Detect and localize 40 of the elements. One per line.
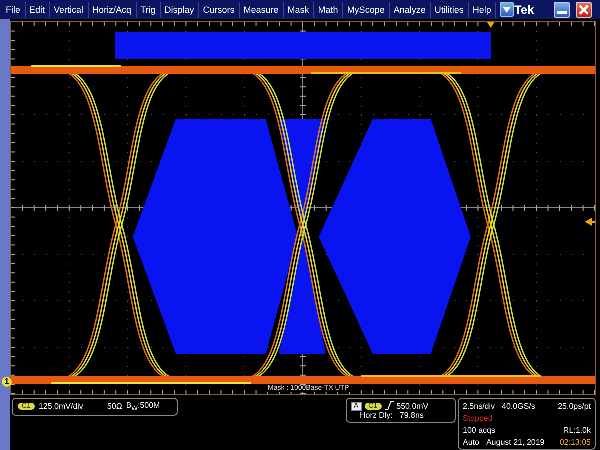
trigger-level: 550.0mV [396,402,429,410]
menu-item[interactable]: Help [468,2,496,18]
brand-logo: Tek [514,2,534,16]
caret-icon [503,6,512,12]
time-resolution: 25.0ps/pt [558,402,591,410]
menu-dropdown-button[interactable] [500,2,514,17]
minimize-button[interactable] [554,2,570,18]
menu-item[interactable]: Math [314,2,344,18]
time-scale: 2.5ns/div [463,402,496,410]
trigger-mode: Auto [463,438,480,446]
menu-item[interactable]: Trig [136,2,161,18]
termination-value: 50Ω [107,402,122,412]
close-icon [579,4,590,14]
bandwidth-value: B$_{W}$:500M [126,401,160,413]
menu-item[interactable]: Measure [240,2,284,18]
sample-rate: 40.0GS/s [502,402,536,410]
rising-edge-icon [384,401,394,411]
close-button[interactable] [576,2,592,18]
acquisition-panel[interactable]: 2.5ns/div 40.0GS/s 25.0ps/pt Stopped 100 acqs RL:1.0k Auto August 21, 2019 02:13:05 [458,398,596,450]
minimize-icon [557,10,568,14]
menu-item[interactable]: Mask [284,2,314,18]
acquisition-count: 100 acqs [463,426,496,434]
record-length: RL:1.0k [563,426,591,434]
vertical-scale: 125.0mV/div [38,402,84,412]
menu-item[interactable]: MyScope [343,2,390,18]
trigger-level-icon[interactable] [585,218,595,226]
menu-item[interactable]: Utilities [430,2,469,18]
acquisition-state: Stopped [463,414,493,422]
menu-item[interactable]: Horiz/Acq [88,2,137,18]
date-text: August 21, 2019 [486,438,545,446]
menu-item[interactable]: Cursors [199,2,240,18]
delay-label: Horz Dly: [360,411,393,420]
menu-item[interactable]: Vertical [50,2,89,18]
menu-item[interactable]: File [2,2,26,18]
menu-item[interactable]: Display [160,2,200,18]
menu-item[interactable]: Edit [26,2,50,18]
time-text: 02:13:05 [560,438,591,446]
trigger-position-icon[interactable] [487,22,495,28]
menu-item[interactable]: Analyze [390,2,431,18]
delay-value: 79.8ns [400,411,424,420]
